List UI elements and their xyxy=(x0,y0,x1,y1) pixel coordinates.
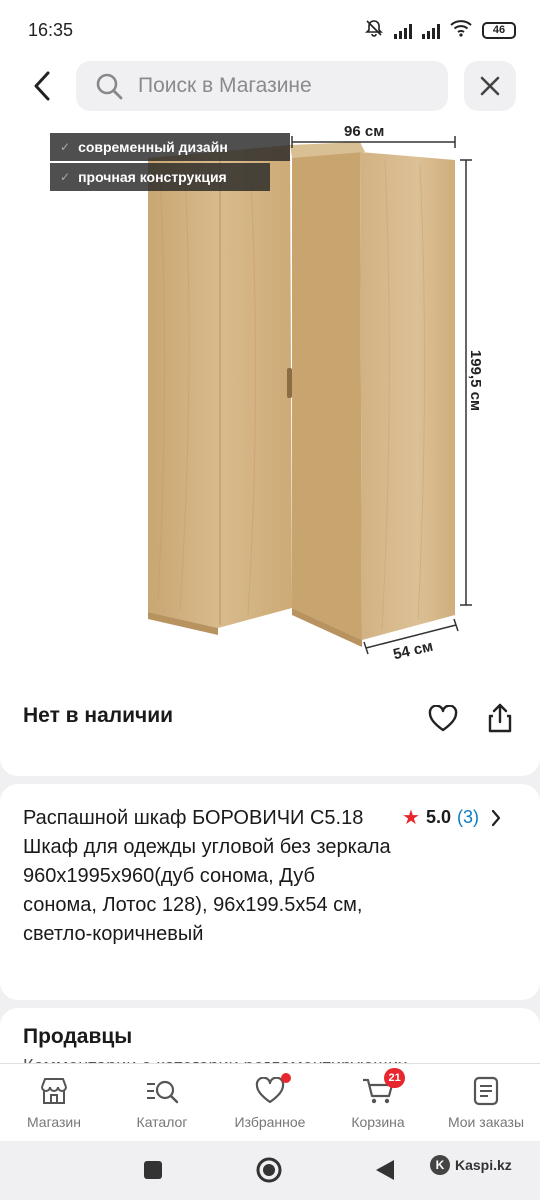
check-icon: ✓ xyxy=(60,140,71,154)
nav-item-catalog[interactable]: Каталог xyxy=(108,1064,216,1141)
system-nav-bar: K Kaspi.kz xyxy=(0,1141,540,1200)
heart-outline-icon xyxy=(428,705,458,732)
header xyxy=(0,60,540,120)
nav-label: Магазин xyxy=(26,1114,81,1130)
bottom-nav: Магазин Каталог Избранное 21 Корзина Мои… xyxy=(0,1063,540,1141)
add-to-favorites-button[interactable] xyxy=(424,700,462,738)
kaspi-watermark: K Kaspi.kz xyxy=(430,1155,512,1175)
signal-icon-2 xyxy=(422,23,440,39)
close-button[interactable] xyxy=(464,61,516,111)
rating-link[interactable]: ★ 5.0 (3) xyxy=(402,805,501,830)
wifi-icon xyxy=(450,19,472,42)
back-button[interactable] xyxy=(22,66,62,106)
dimension-height-label: 199,5 см xyxy=(467,349,485,412)
signal-icon-1 xyxy=(394,23,412,39)
chevron-right-icon xyxy=(491,809,501,827)
battery-icon: 46 xyxy=(482,22,516,39)
nav-label: Избранное xyxy=(234,1114,306,1130)
status-icons: 46 xyxy=(364,18,516,43)
status-time: 16:35 xyxy=(28,20,74,40)
nav-item-store[interactable]: Магазин xyxy=(0,1064,108,1141)
close-icon xyxy=(480,76,500,96)
check-icon: ✓ xyxy=(60,170,71,184)
nav-label: Корзина xyxy=(351,1114,405,1130)
recent-apps-button[interactable] xyxy=(138,1155,168,1185)
star-icon: ★ xyxy=(402,807,420,829)
triangle-left-icon xyxy=(376,1160,394,1180)
feature-tag: ✓ прочная конструкция xyxy=(50,163,270,191)
orders-icon xyxy=(469,1074,503,1108)
availability-status: Нет в наличии xyxy=(23,704,174,727)
nav-item-favorites[interactable]: Избранное xyxy=(216,1064,324,1141)
product-image[interactable]: ✓ современный дизайн ✓ прочная конструкция… xyxy=(0,120,540,686)
circle-icon xyxy=(256,1157,282,1183)
product-info-card: Распашной шкаф БОРОВИЧИ С5.18 Шкаф для о… xyxy=(0,784,540,1000)
dimension-width-label: 96 см xyxy=(344,123,385,140)
chevron-left-icon xyxy=(34,71,50,101)
nav-item-cart[interactable]: 21 Корзина xyxy=(324,1064,432,1141)
catalog-search-icon xyxy=(145,1074,179,1108)
feature-tag: ✓ современный дизайн xyxy=(50,133,290,161)
review-count: (3) xyxy=(456,807,479,827)
status-bar: 16:35 46 xyxy=(0,0,540,60)
kaspi-logo-icon: K xyxy=(430,1155,450,1175)
search-icon xyxy=(94,71,124,101)
rating-score: 5.0 xyxy=(425,807,451,827)
home-button[interactable] xyxy=(254,1155,284,1185)
system-back-button[interactable] xyxy=(370,1155,400,1185)
store-icon xyxy=(37,1074,71,1108)
screen: 16:35 46 Поиск в Магазине ✓ современный … xyxy=(0,0,540,1200)
feature-tags: ✓ современный дизайн ✓ прочная конструкция xyxy=(50,133,290,193)
search-box[interactable] xyxy=(76,61,448,111)
sellers-title: Продавцы xyxy=(23,1025,133,1048)
product-title: Распашной шкаф БОРОВИЧИ С5.18 Шкаф для о… xyxy=(23,807,391,945)
availability-card: Нет в наличии xyxy=(0,680,540,776)
nav-item-orders[interactable]: Мои заказы xyxy=(432,1064,540,1141)
nav-label: Мои заказы xyxy=(447,1114,525,1130)
notification-dot xyxy=(280,1073,291,1083)
wardrobe-illustration xyxy=(148,136,472,655)
share-button[interactable] xyxy=(480,698,520,738)
nav-label: Каталог xyxy=(136,1114,188,1130)
cart-badge: 21 xyxy=(384,1068,405,1088)
share-icon xyxy=(488,703,512,733)
square-icon xyxy=(144,1161,162,1179)
search-input[interactable] xyxy=(138,74,428,98)
sellers-section: Продавцы Комментарии о категории регламе… xyxy=(0,1008,540,1068)
mute-bell-icon xyxy=(364,18,384,43)
